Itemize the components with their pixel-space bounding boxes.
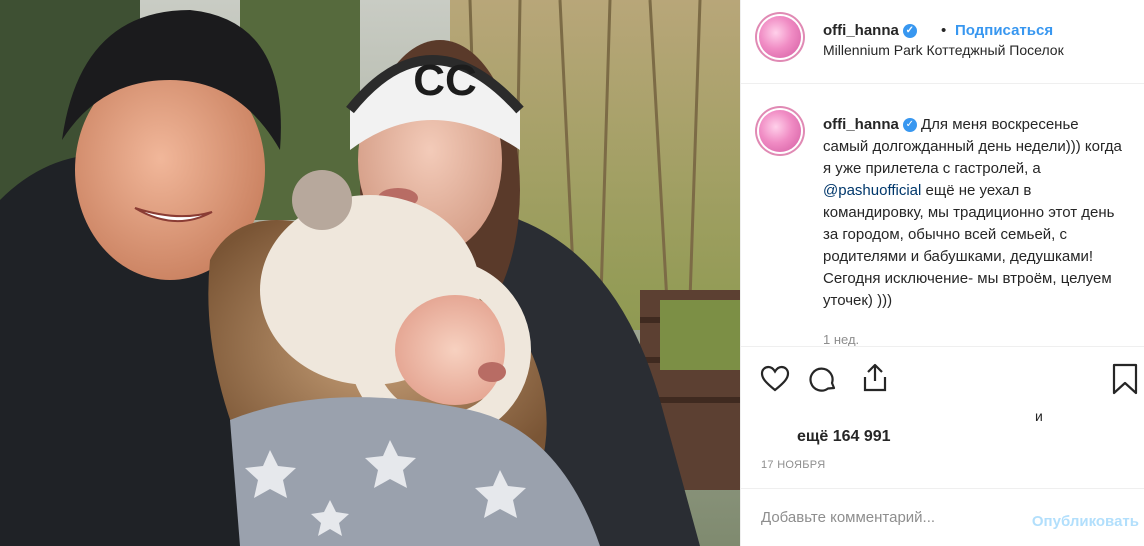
location-link[interactable]: Millennium Park Коттеджный Поселок xyxy=(823,42,1064,58)
share-icon[interactable] xyxy=(859,361,891,395)
separator-dot: • xyxy=(941,22,947,39)
caption: offi_hanna ✓ Для меня воскресенье самый д… xyxy=(823,114,1128,312)
follow-button[interactable]: Подписаться xyxy=(955,22,1053,39)
comment-input[interactable] xyxy=(761,509,1011,526)
action-bar xyxy=(741,346,1144,410)
post-photo[interactable]: CC xyxy=(0,0,740,546)
likes-count[interactable]: ещё 164 991 xyxy=(797,428,891,446)
caption-username[interactable]: offi_hanna xyxy=(823,116,899,133)
caption-mention-link[interactable]: @pashuofficial xyxy=(823,182,921,199)
svg-text:CC: CC xyxy=(413,56,477,105)
bookmark-icon[interactable] xyxy=(1111,362,1139,396)
comment-bar: Опубликовать xyxy=(741,488,1144,546)
caption-time[interactable]: 1 нед. xyxy=(823,332,859,346)
instagram-post: CC offi_hanna ✓ • Подписаться Millennium … xyxy=(0,0,1144,546)
comments-area[interactable]: offi_hanna ✓ Для меня воскресенье самый д… xyxy=(741,84,1144,346)
likes-and-text: и xyxy=(1035,408,1043,424)
avatar[interactable] xyxy=(759,16,801,58)
caption-text-part2: ещё не уехал в командировку, мы традицио… xyxy=(823,182,1115,309)
post-date[interactable]: 17 НОЯБРЯ xyxy=(761,459,825,471)
post-sidebar: offi_hanna ✓ • Подписаться Millennium Par… xyxy=(740,0,1144,546)
caption-avatar[interactable] xyxy=(759,110,801,152)
verified-badge-icon: ✓ xyxy=(902,24,917,39)
comment-icon[interactable] xyxy=(807,363,839,395)
header-username[interactable]: offi_hanna ✓ xyxy=(823,22,917,39)
verified-badge-icon: ✓ xyxy=(902,118,917,133)
post-header: offi_hanna ✓ • Подписаться Millennium Par… xyxy=(741,0,1144,84)
username-text[interactable]: offi_hanna xyxy=(823,22,899,39)
publish-button[interactable]: Опубликовать xyxy=(1032,513,1139,530)
family-selfie-image: CC xyxy=(0,0,740,546)
heart-icon[interactable] xyxy=(759,363,791,395)
